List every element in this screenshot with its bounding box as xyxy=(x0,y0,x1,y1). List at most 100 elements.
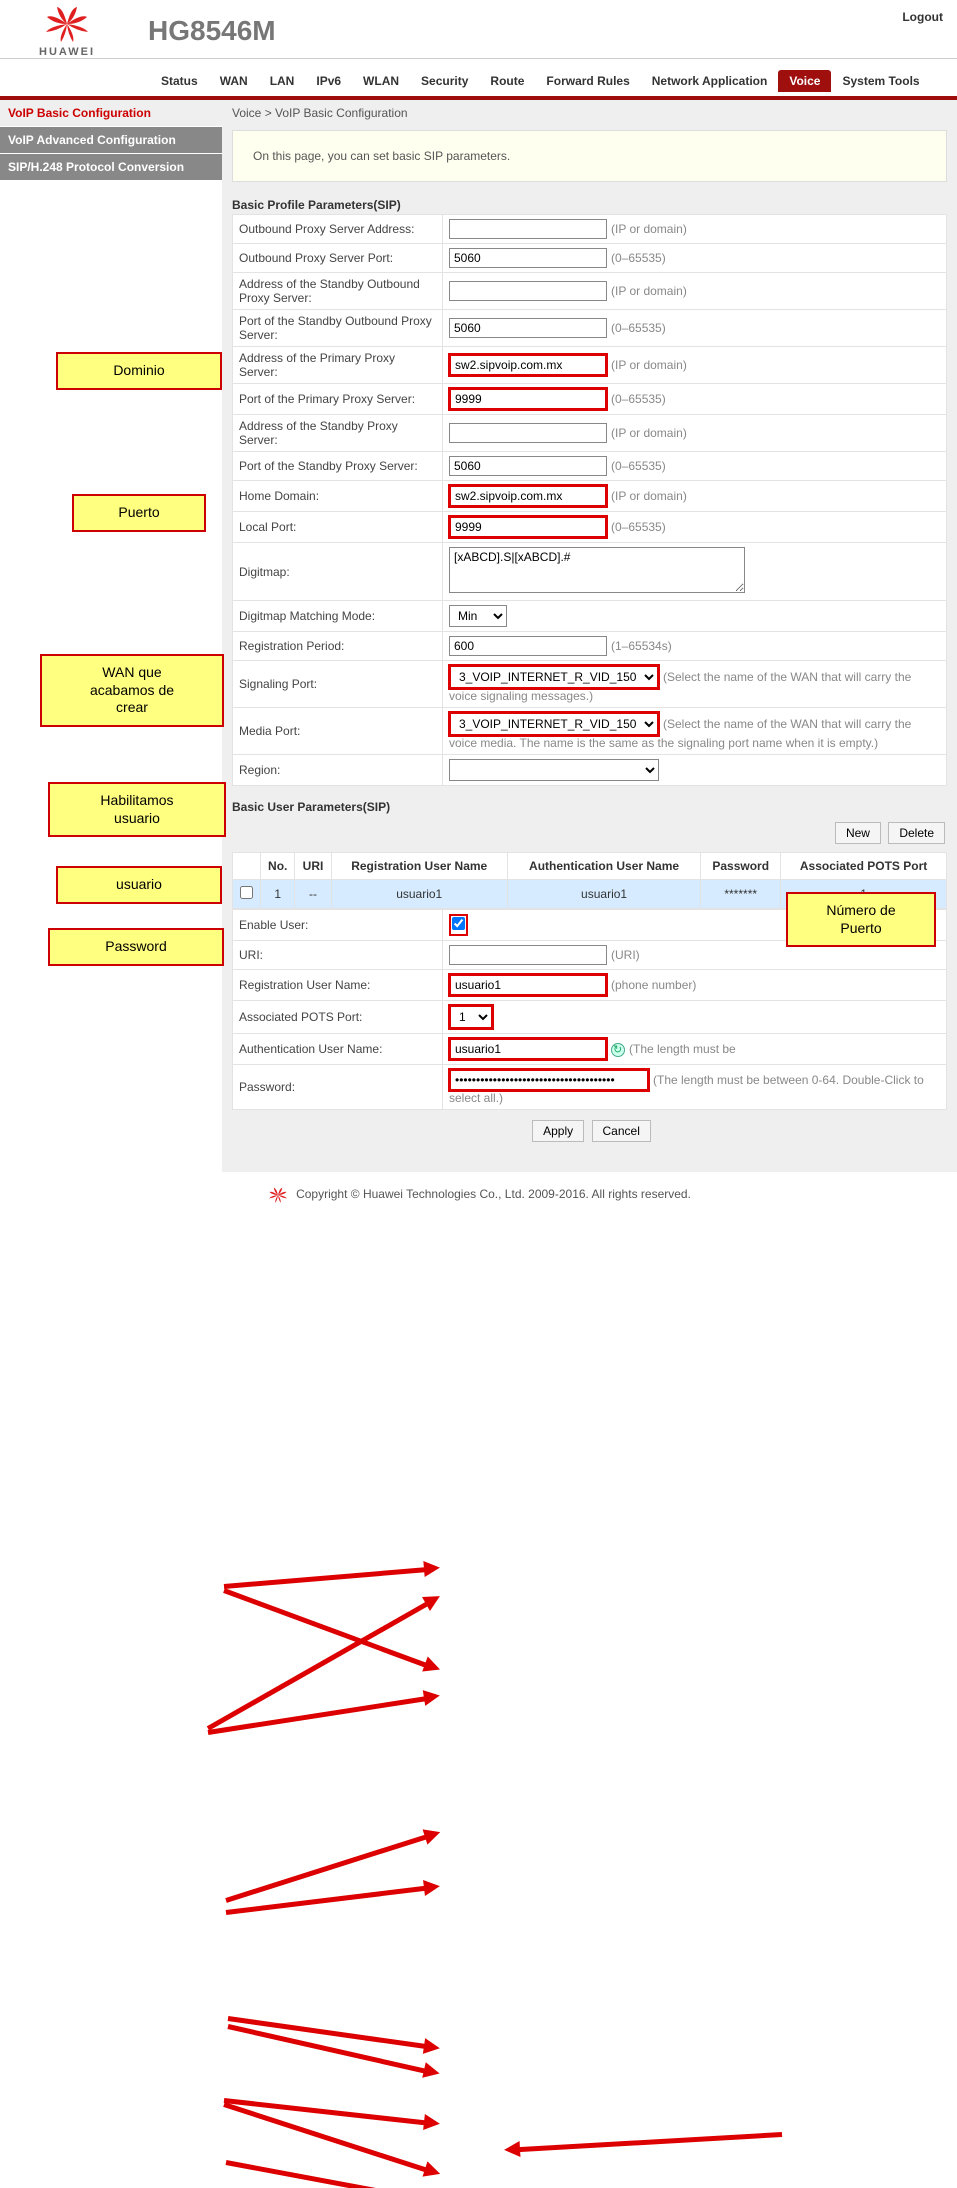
header: HUAWEI HG8546M Logout xyxy=(0,0,957,59)
input-standby-addr[interactable] xyxy=(449,423,607,443)
label-user-auth: Authentication User Name: xyxy=(233,1034,443,1065)
input-user-uri[interactable] xyxy=(449,945,607,965)
label-home-domain: Home Domain: xyxy=(233,481,443,512)
select-digitmap-mode[interactable]: Min xyxy=(449,605,507,627)
cell-pwd: ******* xyxy=(701,880,781,909)
delete-button[interactable]: Delete xyxy=(888,822,945,844)
annotation-habilitamos: Habilitamos usuario xyxy=(48,782,226,837)
input-home-domain[interactable] xyxy=(449,485,607,507)
input-primary-port[interactable] xyxy=(449,388,607,410)
hint-user-auth: (The length must be xyxy=(629,1042,736,1056)
th-pwd: Password xyxy=(701,853,781,880)
apply-button[interactable]: Apply xyxy=(532,1120,584,1142)
input-local-port[interactable] xyxy=(449,516,607,538)
select-media-port[interactable]: 3_VOIP_INTERNET_R_VID_1503 xyxy=(449,712,659,736)
annotation-wan: WAN que acabamos de crear xyxy=(40,654,224,727)
hint-primary-addr: (IP or domain) xyxy=(611,358,687,372)
input-standby-out-port[interactable] xyxy=(449,318,607,338)
brand-text: HUAWEI xyxy=(39,46,95,58)
logout-link[interactable]: Logout xyxy=(902,10,943,24)
cell-reg: usuario1 xyxy=(331,880,507,909)
model-title: HG8546M xyxy=(148,15,945,47)
label-primary-port: Port of the Primary Proxy Server: xyxy=(233,384,443,415)
label-digitmap: Digitmap: xyxy=(233,543,443,601)
nav-forward-rules[interactable]: Forward Rules xyxy=(535,70,640,92)
footer-text: Copyright © Huawei Technologies Co., Ltd… xyxy=(296,1187,691,1201)
breadcrumb: Voice > VoIP Basic Configuration xyxy=(232,100,947,130)
th-uri: URI xyxy=(295,853,331,880)
footer-huawei-icon xyxy=(266,1186,290,1204)
annotation-puerto: Puerto xyxy=(72,494,206,532)
sidebar-item[interactable]: SIP/H.248 Protocol Conversion xyxy=(0,154,222,181)
nav-voice[interactable]: Voice xyxy=(778,70,831,92)
label-standby-port: Port of the Standby Proxy Server: xyxy=(233,452,443,481)
label-region: Region: xyxy=(233,755,443,786)
label-outbound-port: Outbound Proxy Server Port: xyxy=(233,244,443,273)
nav-wan[interactable]: WAN xyxy=(209,70,259,92)
nav-lan[interactable]: LAN xyxy=(259,70,306,92)
input-primary-addr[interactable] xyxy=(449,354,607,376)
hint-user-uri: (URI) xyxy=(611,948,640,962)
nav-system-tools[interactable]: System Tools xyxy=(831,70,930,92)
nav-status[interactable]: Status xyxy=(150,70,209,92)
select-region[interactable] xyxy=(449,759,659,781)
checkbox-enable-user[interactable] xyxy=(452,917,465,930)
label-user-pots: Associated POTS Port: xyxy=(233,1001,443,1034)
nav-wlan[interactable]: WLAN xyxy=(352,70,410,92)
label-digitmap-mode: Digitmap Matching Mode: xyxy=(233,601,443,632)
hint-standby-addr: (IP or domain) xyxy=(611,426,687,440)
cancel-button[interactable]: Cancel xyxy=(592,1120,651,1142)
th-no: No. xyxy=(261,853,295,880)
annotation-password: Password xyxy=(48,928,224,966)
section-user-title: Basic User Parameters(SIP) xyxy=(232,800,947,814)
input-user-auth[interactable] xyxy=(449,1038,607,1060)
hint-outbound-addr: (IP or domain) xyxy=(611,222,687,236)
th-pots: Associated POTS Port xyxy=(781,853,947,880)
label-media-port: Media Port: xyxy=(233,708,443,755)
new-button[interactable]: New xyxy=(835,822,881,844)
huawei-icon xyxy=(39,4,95,44)
input-reg-period[interactable] xyxy=(449,636,607,656)
label-primary-addr: Address of the Primary Proxy Server: xyxy=(233,347,443,384)
footer: Copyright © Huawei Technologies Co., Ltd… xyxy=(0,1172,957,1218)
nav-security[interactable]: Security xyxy=(410,70,479,92)
select-sig-port[interactable]: 3_VOIP_INTERNET_R_VID_1503 xyxy=(449,665,659,689)
input-standby-port[interactable] xyxy=(449,456,607,476)
refresh-icon[interactable] xyxy=(611,1043,625,1057)
cell-uri: -- xyxy=(295,880,331,909)
nav-route[interactable]: Route xyxy=(479,70,535,92)
hint-outbound-port: (0–65535) xyxy=(611,251,666,265)
label-reg-period: Registration Period: xyxy=(233,632,443,661)
label-enable: Enable User: xyxy=(233,910,443,941)
annotation-numpuerto: Número de Puerto xyxy=(786,892,936,947)
label-user-reg: Registration User Name: xyxy=(233,970,443,1001)
content: Voice > VoIP Basic Configuration On this… xyxy=(222,100,957,1172)
sidebar-item[interactable]: VoIP Basic Configuration xyxy=(0,100,222,127)
hint-user-reg: (phone number) xyxy=(611,978,696,992)
annotation-dominio: Dominio xyxy=(56,352,222,390)
input-outbound-addr[interactable] xyxy=(449,219,607,239)
cell-no: 1 xyxy=(261,880,295,909)
cell-auth: usuario1 xyxy=(507,880,700,909)
profile-table: Outbound Proxy Server Address: (IP or do… xyxy=(232,214,947,786)
input-user-pwd[interactable] xyxy=(449,1069,649,1091)
th-auth: Authentication User Name xyxy=(507,853,700,880)
hint-primary-port: (0–65535) xyxy=(611,392,666,406)
nav-network-application[interactable]: Network Application xyxy=(641,70,779,92)
info-box: On this page, you can set basic SIP para… xyxy=(232,130,947,182)
th-check xyxy=(233,853,261,880)
nav-ipv6[interactable]: IPv6 xyxy=(305,70,352,92)
input-digitmap[interactable] xyxy=(449,547,745,593)
sidebar-item[interactable]: VoIP Advanced Configuration xyxy=(0,127,222,154)
select-user-pots[interactable]: 1 xyxy=(449,1005,493,1029)
label-user-pwd: Password: xyxy=(233,1065,443,1110)
input-user-reg[interactable] xyxy=(449,974,607,996)
input-standby-out-addr[interactable] xyxy=(449,281,607,301)
hint-reg-period: (1–65534s) xyxy=(611,639,672,653)
hint-standby-out-addr: (IP or domain) xyxy=(611,284,687,298)
input-outbound-port[interactable] xyxy=(449,248,607,268)
label-local-port: Local Port: xyxy=(233,512,443,543)
row-checkbox[interactable] xyxy=(240,886,253,899)
th-reg: Registration User Name xyxy=(331,853,507,880)
action-row: Apply Cancel xyxy=(232,1110,947,1152)
